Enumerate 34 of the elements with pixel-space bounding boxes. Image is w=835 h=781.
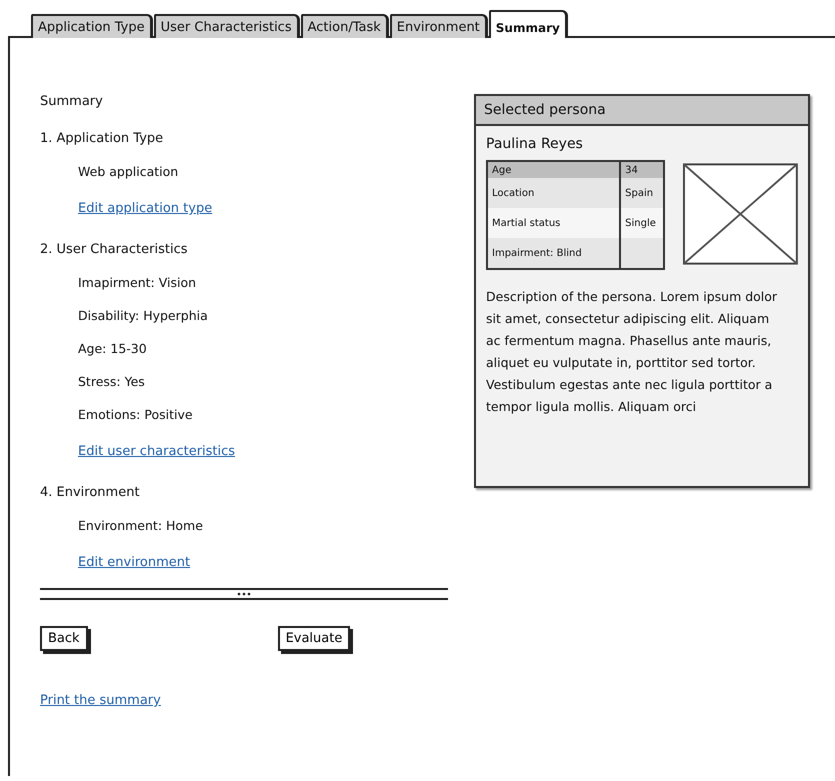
persona-description: Description of the persona. Lorem ipsum dolor sit amet, consectetur adipiscing elit. Aliquam ac fermentum magna. Phasellus ante mauris, aliquet eu vulputate in, porttitor sed tortor. Vestibulum egestas ante nec ligula porttitor a tempor ligula mollis. Aliquam orci [486, 288, 778, 416]
summary-item: Emotions: Positive [77, 407, 194, 422]
evaluate-button[interactable]: Evaluate [278, 626, 350, 651]
summary-title: Summary [40, 94, 104, 109]
splitter-handle-icon[interactable] [237, 592, 251, 596]
back-button[interactable]: Back [40, 626, 88, 651]
tab[interactable]: Action/Task [300, 14, 389, 38]
summary-item: Web application [77, 164, 180, 179]
image-placeholder-icon [683, 162, 798, 266]
tab[interactable]: Environment [390, 14, 488, 38]
section-heading: 2. User Characteristics [40, 242, 188, 257]
table-cell: Location [488, 178, 620, 208]
summary-item: Age: 15-30 [77, 341, 148, 356]
table-cell: Impairment: Blind [488, 238, 620, 268]
tab[interactable]: Application Type [31, 14, 153, 38]
table-cell: Spain [619, 178, 664, 208]
summary-item: Stress: Yes [77, 374, 146, 389]
panel-header: Selected persona [476, 96, 808, 126]
edit-link[interactable]: Edit application type [78, 201, 212, 216]
summary-item: Imapirment: Vision [77, 275, 198, 290]
summary-item: Disability: Hyperphia [77, 308, 209, 323]
section-heading: 1. Application Type [40, 131, 164, 146]
edit-link[interactable]: Edit user characteristics [78, 444, 236, 459]
edit-link[interactable]: Edit environment [78, 555, 190, 570]
section-heading: 4. Environment [40, 485, 141, 500]
table-cell: Age [488, 162, 620, 178]
print-link[interactable]: Print the summary [40, 693, 161, 708]
table-cell: Single [619, 208, 664, 238]
table-cell: Martial status [488, 208, 620, 238]
table-cell: 34 [619, 162, 664, 178]
summary-item: Environment: Home [77, 518, 204, 533]
tab[interactable]: User Characteristics [154, 14, 300, 38]
persona-name: Paulina Reyes [486, 136, 584, 152]
tab[interactable]: Summary [488, 10, 568, 38]
